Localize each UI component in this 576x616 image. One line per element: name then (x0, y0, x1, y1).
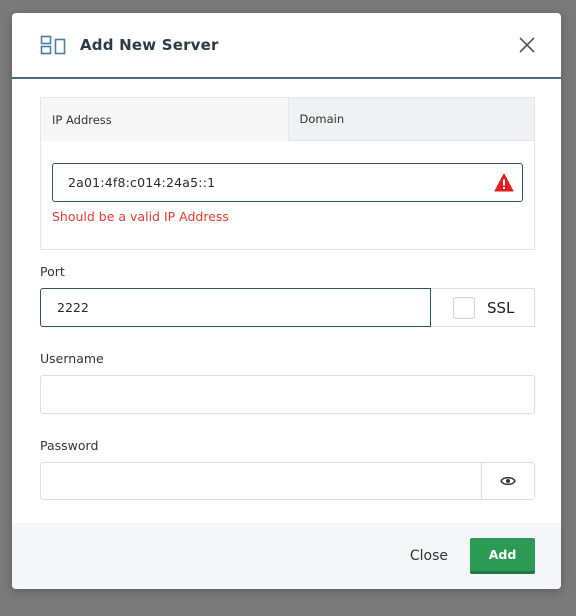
close-button[interactable]: Close (410, 548, 448, 564)
username-input[interactable] (40, 375, 535, 414)
port-label: Port (40, 264, 65, 279)
ip-error-message: Should be a valid IP Address (52, 209, 229, 224)
ssl-checkbox[interactable] (453, 296, 475, 319)
tab-ip-address[interactable]: IP Address (41, 98, 288, 141)
modal-footer: Close Add (12, 523, 561, 589)
add-server-modal: Add New Server IP Address Domain 2a01:4f… (12, 13, 561, 589)
modal-header: Add New Server (12, 13, 561, 79)
password-input[interactable] (40, 462, 482, 500)
eye-icon (500, 472, 516, 491)
address-tabs-panel: IP Address Domain 2a01:4f8:c014:24a5::1 … (40, 97, 535, 250)
address-tabs: IP Address Domain (41, 98, 534, 141)
add-button[interactable]: Add (470, 538, 535, 574)
servers-icon (40, 35, 68, 55)
close-icon[interactable] (517, 35, 537, 55)
ssl-label: SSL (487, 298, 515, 317)
tab-content: 2a01:4f8:c014:24a5::1 Should be a valid … (41, 141, 534, 224)
port-input[interactable]: 2222 (40, 288, 431, 327)
port-row: 2222 SSL (40, 288, 535, 327)
warning-icon (494, 173, 514, 192)
username-label: Username (40, 351, 104, 366)
ip-address-input[interactable]: 2a01:4f8:c014:24a5::1 (52, 163, 523, 202)
show-password-button[interactable] (482, 462, 535, 500)
tab-domain[interactable]: Domain (287, 98, 534, 141)
modal-title: Add New Server (80, 36, 219, 54)
password-label: Password (40, 438, 99, 453)
password-row (40, 462, 535, 500)
ssl-toggle[interactable]: SSL (431, 288, 535, 327)
modal-body: IP Address Domain 2a01:4f8:c014:24a5::1 … (12, 79, 561, 500)
ip-address-value: 2a01:4f8:c014:24a5::1 (68, 175, 216, 190)
